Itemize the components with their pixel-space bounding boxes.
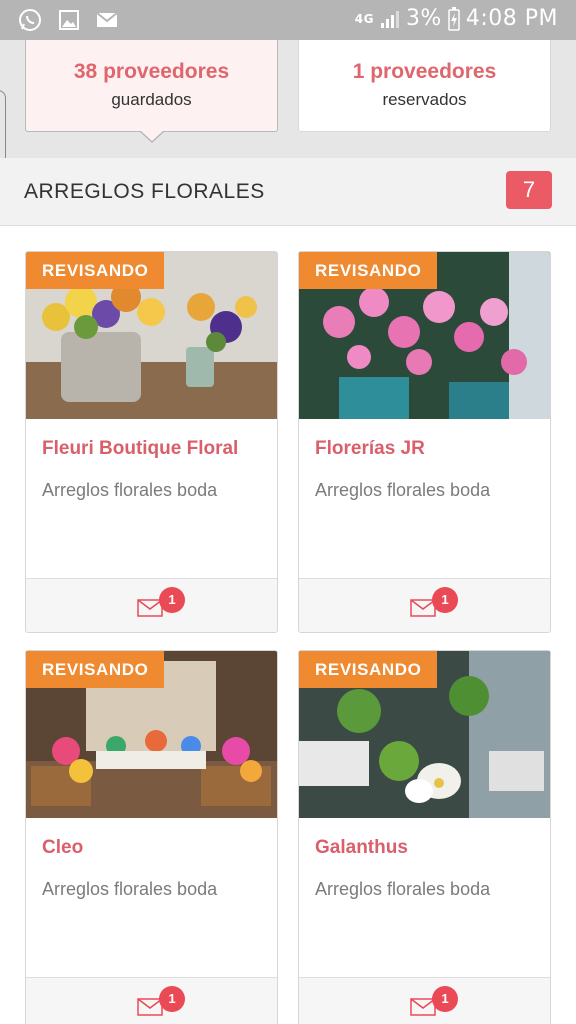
category-header[interactable]: ARREGLOS FLORALES 7 [0,158,576,226]
battery-percent: 3% [405,6,442,31]
booked-suppliers-card[interactable]: 1 proveedores reservados [298,40,551,132]
signal-icon [380,10,399,28]
status-badge: REVISANDO [26,252,165,289]
messages-button[interactable]: 1 [299,977,550,1024]
saved-suppliers-card[interactable]: 38 proveedores guardados [25,40,278,132]
booked-label: reservados [382,90,467,109]
supplier-category: Arreglos florales boda [315,480,491,500]
supplier-card[interactable]: REVISANDO Galanthus Arreglos florales bo… [298,650,551,1024]
supplier-card[interactable]: REVISANDO Cleo Arreglos florales boda 1 [25,650,278,1024]
unread-count-badge: 1 [159,587,185,613]
mail-icon [96,12,118,27]
gallery-icon [59,10,79,30]
saved-count: 38 proveedores [73,60,230,83]
unread-count-badge: 1 [432,986,458,1012]
messages-button[interactable]: 1 [26,977,277,1024]
supplier-category: Arreglos florales boda [315,879,491,899]
status-badge: REVISANDO [299,252,438,289]
category-count-badge: 7 [506,171,552,209]
booked-count: 1 proveedores [352,60,497,83]
supplier-name[interactable]: Galanthus [315,837,408,859]
supplier-category: Arreglos florales boda [42,879,218,899]
supplier-category: Arreglos florales boda [42,480,218,500]
status-badge: REVISANDO [26,651,165,688]
battery-charging-icon [448,6,460,31]
status-badge: REVISANDO [299,651,438,688]
summary-section: 38 proveedores guardados 1 proveedores r… [0,40,576,158]
supplier-name[interactable]: Florerías JR [315,438,425,460]
supplier-name[interactable]: Cleo [42,837,83,859]
messages-button[interactable]: 1 [299,578,550,632]
supplier-card[interactable]: REVISANDO Fleuri Boutique Floral Arreglo… [25,251,278,633]
network-type: 4G [354,11,374,26]
supplier-card[interactable]: REVISANDO Florerías JR Arreglos florales… [298,251,551,633]
supplier-name[interactable]: Fleuri Boutique Floral [42,438,238,460]
category-title: ARREGLOS FLORALES [24,180,265,203]
clock: 4:08 PM [465,6,558,31]
messages-button[interactable]: 1 [26,578,277,632]
unread-count-badge: 1 [159,986,185,1012]
status-bar: 4G 3% 4:08 PM [0,0,576,40]
unread-count-badge: 1 [432,587,458,613]
whatsapp-icon [19,9,41,31]
saved-label: guardados [111,90,192,109]
